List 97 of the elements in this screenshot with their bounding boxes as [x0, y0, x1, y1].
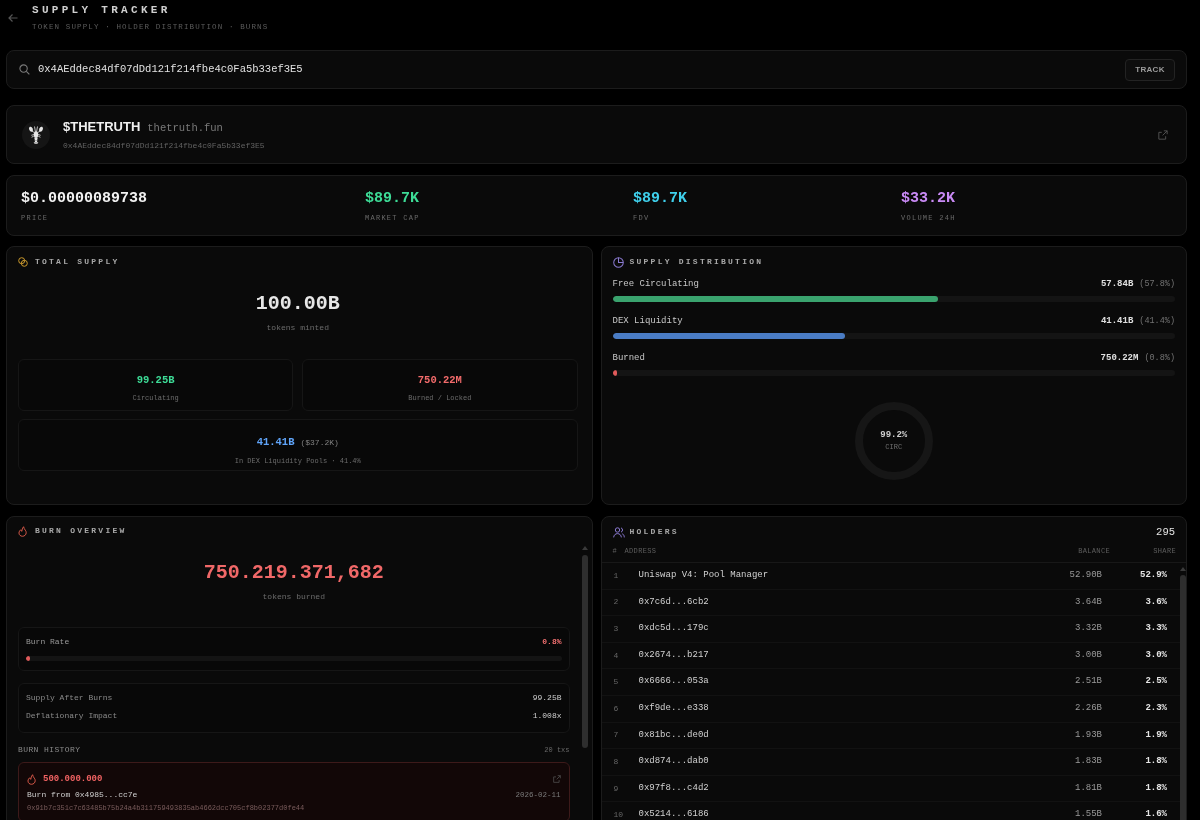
- burn-history-title: BURN HISTORY: [18, 745, 81, 755]
- holder-address: 0xf9de...e338: [638, 702, 710, 715]
- holder-share: 2.3%: [1144, 702, 1167, 715]
- holder-balance: 1.81B: [1075, 781, 1102, 795]
- holder-count: 295: [1156, 527, 1175, 537]
- supply-stat-value: 99.25B: [136, 373, 175, 387]
- search-input[interactable]: 0x4AEddec84df07dDd121f214fbe4c0Fa5b33ef3E5: [38, 61, 1125, 78]
- scrollbar-thumb[interactable]: [1180, 575, 1186, 820]
- page-title: SUPPLY TRACKER: [32, 3, 172, 17]
- stat-value: $89.7K: [633, 190, 688, 208]
- holder-address: 0x6666...053a: [638, 675, 710, 689]
- total-supply-value: 100.00B: [254, 292, 341, 316]
- holder-address: 0x2674...b217: [638, 648, 710, 662]
- token-site: thetruth.fun: [147, 120, 223, 136]
- supply-stat-value: 750.22M: [417, 373, 462, 387]
- stat-value: $0.00000089738: [21, 190, 149, 208]
- track-button[interactable]: TRACK: [1125, 58, 1175, 81]
- holder-address: Uniswap V4: Pool Manager: [638, 569, 770, 583]
- holder-rank: 10: [613, 809, 625, 820]
- holder-share: 52.9%: [1139, 569, 1167, 583]
- stat-value: $89.7K: [365, 190, 420, 208]
- search-bar[interactable]: 0x4AEddec84df07dDd121f214fbe4c0Fa5b33ef3E5 TRACK: [6, 50, 1187, 89]
- panel-title: SUPPLY DISTRIBUTION: [629, 257, 764, 267]
- holder-rank: 1: [613, 569, 620, 582]
- distribution-amount: 57.84B: [1100, 278, 1134, 290]
- holder-share: 1.8%: [1144, 781, 1167, 795]
- token-symbol: $THETRUTH: [63, 118, 141, 135]
- liquidity-usd: ($37.2K): [300, 437, 339, 449]
- distribution-amount: 750.22M: [1100, 352, 1139, 364]
- lobster-icon: [22, 120, 50, 149]
- holder-balance: 2.51B: [1075, 675, 1102, 689]
- external-link-icon[interactable]: [1158, 129, 1168, 140]
- stat-value: $33.2K: [901, 190, 956, 208]
- holder-balance: 1.55B: [1075, 808, 1102, 820]
- burn-amount: 500.000.000: [43, 773, 103, 785]
- flame-icon: [18, 525, 27, 537]
- holder-rank: 5: [613, 676, 620, 689]
- holder-share: 1.6%: [1144, 808, 1167, 820]
- holder-rank: 4: [613, 649, 620, 662]
- pie-chart-icon: [612, 256, 624, 268]
- panel-title: HOLDERS: [629, 527, 679, 537]
- holder-address: 0x5214...6186: [638, 808, 710, 820]
- holder-address: 0xdc5d...179c: [638, 622, 710, 636]
- holder-address: 0xd874...dab0: [638, 755, 710, 769]
- scroll-up-icon: [1180, 567, 1186, 571]
- liquidity-value: 41.41B: [256, 435, 295, 449]
- distribution-amount: 41.41B: [1100, 315, 1134, 327]
- holder-rank: 6: [613, 702, 620, 715]
- search-icon: [19, 64, 30, 75]
- external-link-icon[interactable]: [552, 775, 561, 783]
- flame-icon: [27, 773, 36, 785]
- holder-address: 0x81bc...de0d: [638, 728, 710, 742]
- holder-balance: 1.83B: [1075, 755, 1102, 769]
- holder-rank: 8: [613, 755, 620, 768]
- holder-share: 3.6%: [1144, 595, 1167, 609]
- holder-balance: 52.90B: [1069, 569, 1102, 583]
- holder-share: 1.9%: [1144, 728, 1167, 742]
- back-arrow-icon[interactable]: [8, 13, 18, 23]
- holder-balance: 3.00B: [1075, 648, 1102, 662]
- holder-share: 3.3%: [1144, 622, 1167, 636]
- ring-value: 99.2%: [880, 430, 908, 441]
- metric-label: Deflationary Impact: [26, 710, 118, 722]
- holder-address: 0x97f8...c4d2: [638, 781, 710, 795]
- burned-total-caption: tokens burned: [261, 592, 326, 602]
- holder-share: 1.8%: [1144, 755, 1167, 769]
- holder-balance: 1.93B: [1075, 728, 1102, 742]
- metric-label: Supply After Burns: [26, 692, 113, 704]
- distribution-percent: (0.8%): [1144, 352, 1175, 364]
- holder-balance: 2.26B: [1075, 702, 1102, 715]
- burn-rate-value: 0.8%: [542, 636, 562, 648]
- holder-rank: 3: [613, 623, 620, 635]
- distribution-label: Free Circulating: [612, 278, 699, 290]
- holder-balance: 3.32B: [1075, 622, 1102, 636]
- scrollbar-thumb[interactable]: [581, 555, 588, 748]
- burn-rate-label: Burn Rate: [26, 636, 70, 648]
- metric-value: 99.25B: [532, 692, 562, 704]
- holder-share: 2.5%: [1144, 675, 1167, 689]
- panel-title: TOTAL SUPPLY: [35, 257, 120, 267]
- holder-address: 0x7c6d...6cb2: [638, 595, 710, 609]
- holder-rank: 7: [613, 729, 620, 742]
- users-icon: [612, 526, 625, 538]
- distribution-label: DEX Liquidity: [612, 315, 683, 327]
- burned-total-value: 750.219.371,682: [202, 560, 385, 585]
- token-address: 0x4AEddec84df07dDd121f214fbe4c0Fa5b33ef3E5: [63, 140, 266, 151]
- distribution-label: Burned: [612, 352, 645, 364]
- holder-rank: 9: [613, 782, 620, 795]
- burn-description: Burn from 0x4985...cc7e: [27, 789, 138, 801]
- scroll-up-icon: [581, 546, 588, 550]
- distribution-percent: (57.8%): [1139, 278, 1175, 290]
- metric-value: 1.008x: [532, 710, 562, 722]
- holder-rank: 2: [613, 596, 620, 609]
- holder-share: 3.0%: [1144, 648, 1167, 662]
- coins-icon: [18, 257, 28, 267]
- total-supply-caption: tokens minted: [265, 323, 330, 333]
- distribution-percent: (41.4%): [1139, 315, 1175, 327]
- holder-balance: 3.64B: [1075, 595, 1102, 609]
- panel-title: BURN OVERVIEW: [35, 526, 127, 536]
